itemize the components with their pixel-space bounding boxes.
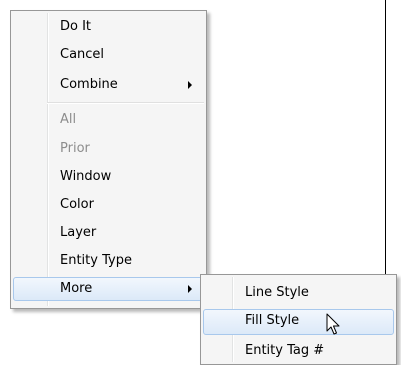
- menu-item-label: Fill Style: [245, 313, 300, 328]
- submenu-item-fill-style[interactable]: Fill Style: [203, 309, 394, 335]
- menu-item-color[interactable]: Color: [13, 193, 204, 217]
- menu-item-cancel[interactable]: Cancel: [13, 43, 204, 67]
- menu-item-layer[interactable]: Layer: [13, 221, 204, 245]
- context-menu: Do It Cancel Combine All Prior Window Co…: [10, 10, 207, 309]
- submenu-item-entity-tag[interactable]: Entity Tag #: [203, 339, 394, 363]
- menu-item-more[interactable]: More: [13, 277, 204, 301]
- menu-item-window[interactable]: Window: [13, 165, 204, 189]
- menu-item-label: Cancel: [60, 47, 105, 62]
- window-border-line: [385, 0, 386, 278]
- menu-item-all: All: [13, 108, 204, 132]
- menu-item-label: Window: [60, 169, 112, 184]
- submenu-arrow-icon: [188, 285, 192, 293]
- menu-item-label: Line Style: [245, 285, 309, 300]
- menu-item-label: Entity Tag #: [245, 343, 325, 358]
- menu-item-label: Entity Type: [60, 253, 132, 268]
- menu-item-entity-type[interactable]: Entity Type: [13, 249, 204, 273]
- menu-item-label: More: [60, 281, 93, 296]
- menu-item-label: Layer: [60, 225, 97, 240]
- mouse-pointer-icon: [326, 313, 340, 335]
- menu-item-label: All: [60, 112, 77, 127]
- menu-item-do-it[interactable]: Do It: [13, 15, 204, 39]
- menu-item-label: Prior: [60, 141, 90, 156]
- menu-item-label: Combine: [60, 77, 118, 92]
- menu-item-label: Color: [60, 197, 94, 212]
- screen: Do It Cancel Combine All Prior Window Co…: [0, 0, 401, 365]
- menu-item-label: Do It: [60, 19, 92, 34]
- menu-item-prior: Prior: [13, 137, 204, 161]
- menu-separator: [47, 102, 204, 104]
- submenu-more: Line Style Fill Style Entity Tag #: [200, 274, 397, 365]
- submenu-arrow-icon: [188, 81, 192, 89]
- menu-item-combine[interactable]: Combine: [13, 73, 204, 97]
- submenu-item-line-style[interactable]: Line Style: [203, 281, 394, 305]
